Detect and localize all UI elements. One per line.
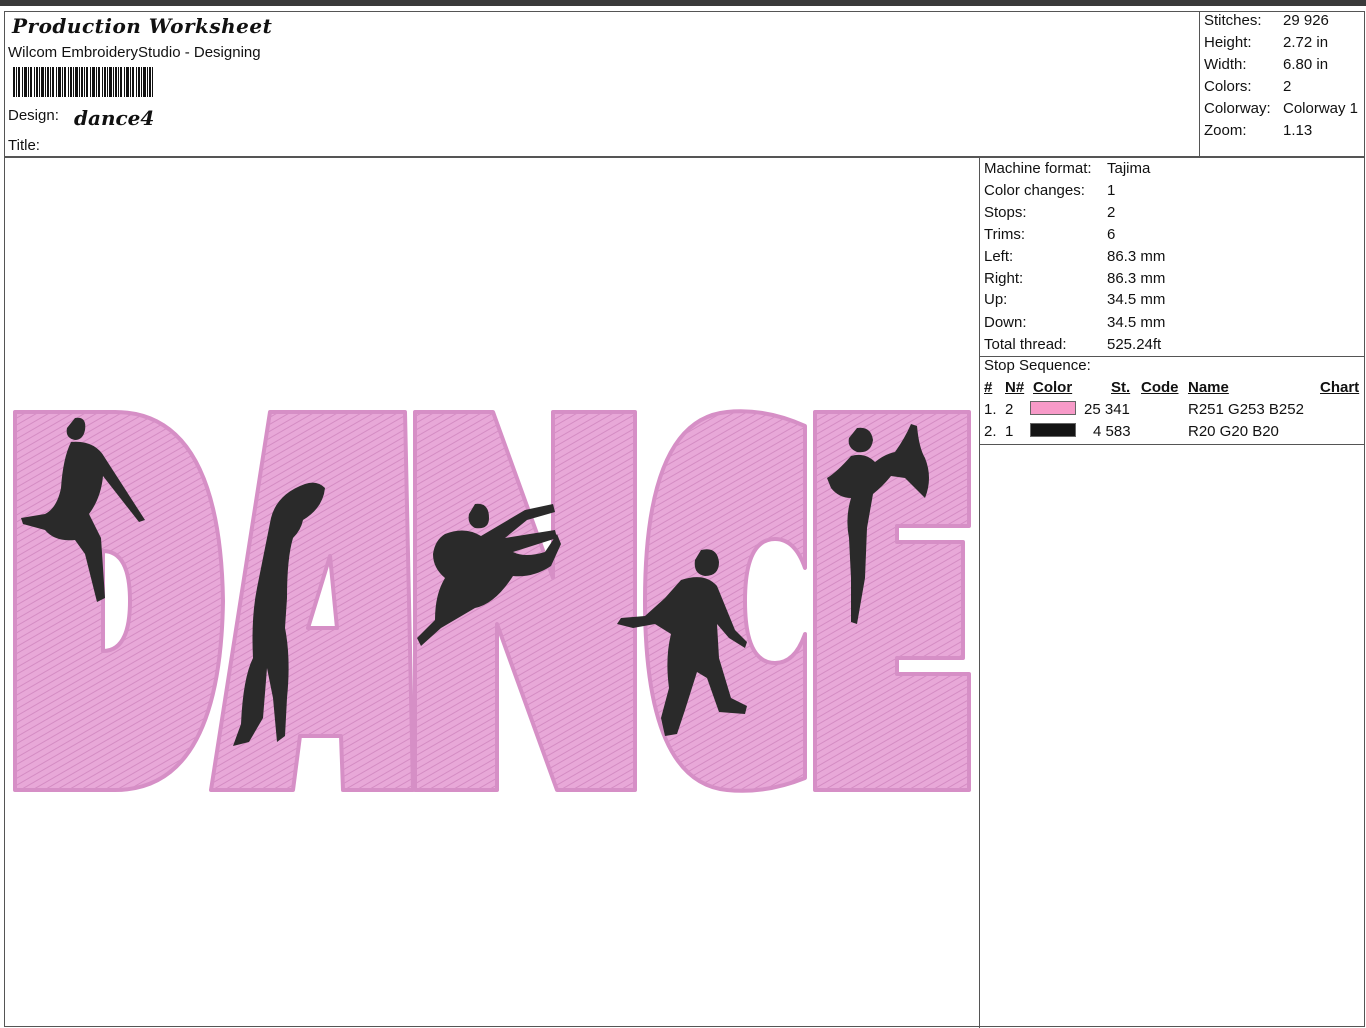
software-name: Wilcom EmbroideryStudio - Designing bbox=[8, 44, 261, 61]
row-needle: 2 bbox=[1005, 401, 1014, 418]
row-needle: 1 bbox=[1005, 423, 1014, 440]
dance-embroidery-image bbox=[13, 409, 971, 793]
design-name: dance4 bbox=[74, 106, 155, 130]
machine-info-row: Machine format: Tajima bbox=[984, 160, 1151, 177]
letter-d bbox=[13, 410, 225, 792]
machine-info-panel: Machine format: Tajima Color changes: 1 St… bbox=[980, 158, 1365, 1028]
row-color-name: R251 G253 B252 bbox=[1188, 401, 1304, 418]
summary-row: Width: 6.80 in bbox=[1204, 56, 1329, 73]
summary-row: Zoom: 1.13 bbox=[1204, 122, 1313, 139]
title-label: Title: bbox=[8, 137, 40, 154]
design-preview bbox=[5, 158, 980, 1028]
top-border bbox=[0, 0, 1366, 6]
col-header-name: Name bbox=[1188, 379, 1229, 396]
machine-info-row: Up: 34.5 mm bbox=[984, 291, 1166, 308]
machine-info-row: Total thread: 525.24ft bbox=[984, 336, 1162, 353]
col-header-code: Code bbox=[1141, 379, 1179, 396]
col-header-color: Color bbox=[1033, 379, 1073, 396]
row-stitches: 25 341 bbox=[1084, 401, 1130, 418]
machine-info-row: Down: 34.5 mm bbox=[984, 314, 1166, 331]
summary-panel: Stitches: 29 926 Height: 2.72 in Width: 6.8… bbox=[1199, 11, 1366, 157]
color-swatch bbox=[1030, 423, 1076, 437]
row-color-name: R20 G20 B20 bbox=[1188, 423, 1279, 440]
summary-row: Stitches: 29 926 bbox=[1204, 12, 1329, 29]
summary-row: Height: 2.72 in bbox=[1204, 34, 1329, 51]
col-header-chart: Chart bbox=[1320, 379, 1360, 396]
design-label: Design: bbox=[8, 107, 59, 124]
col-header-num: # bbox=[984, 379, 993, 396]
barcode-image bbox=[13, 67, 153, 97]
worksheet-title: Production Worksheet bbox=[12, 14, 273, 38]
machine-info-row: Color changes: 1 bbox=[984, 182, 1116, 199]
col-header-stitches: St. bbox=[1111, 379, 1131, 396]
worksheet-body: Machine format: Tajima Color changes: 1 St… bbox=[4, 157, 1365, 1028]
row-stitches: 4 583 bbox=[1093, 423, 1131, 440]
summary-row: Colors: 2 bbox=[1204, 78, 1292, 95]
row-num: 2. bbox=[984, 423, 997, 440]
worksheet-header: Production Worksheet Wilcom EmbroiderySt… bbox=[4, 11, 1365, 157]
machine-info-row: Left: 86.3 mm bbox=[984, 248, 1166, 265]
color-swatch bbox=[1030, 401, 1076, 415]
machine-info-row: Stops: 2 bbox=[984, 204, 1116, 221]
stop-sequence-title: Stop Sequence: bbox=[984, 357, 1091, 374]
summary-row: Colorway: Colorway 1 bbox=[1204, 100, 1359, 117]
row-num: 1. bbox=[984, 401, 997, 418]
machine-info-row: Right: 86.3 mm bbox=[984, 270, 1166, 287]
col-header-needle: N# bbox=[1005, 379, 1025, 396]
section-divider bbox=[980, 444, 1365, 445]
machine-info-row: Trims: 6 bbox=[984, 226, 1116, 243]
